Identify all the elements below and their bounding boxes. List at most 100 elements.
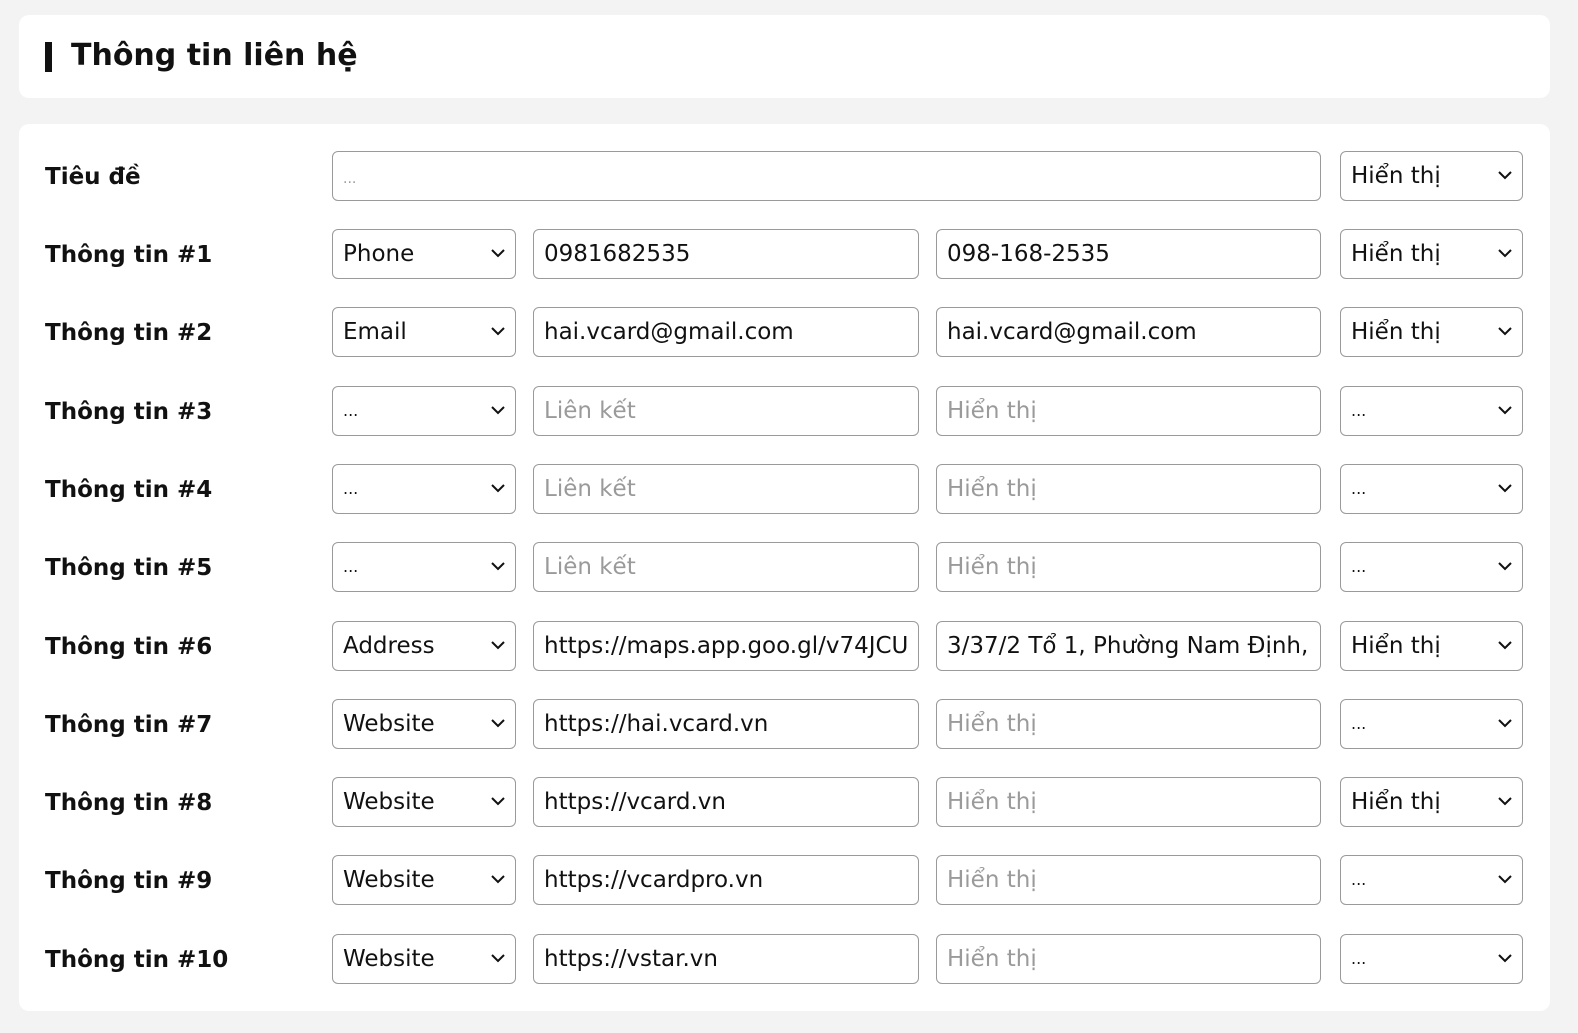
chevron-down-icon — [1498, 562, 1512, 571]
contact-row: Thông tin #2 Email Hiển thị — [19, 307, 1550, 359]
contact-visibility-select[interactable]: ... — [1340, 385, 1523, 436]
title-visibility-select[interactable]: Hiển thị — [1340, 151, 1523, 201]
contact-row-label: Thông tin #6 — [45, 633, 213, 660]
contact-row-label: Thông tin #9 — [45, 868, 213, 895]
contact-row-label: Thông tin #8 — [45, 790, 213, 817]
contact-row-label: Thông tin #1 — [45, 242, 213, 268]
contact-type-select[interactable]: Website — [332, 855, 516, 906]
contact-link-input[interactable] — [533, 229, 919, 279]
contact-row: Thông tin #6 Address Hiển thị — [19, 620, 1550, 673]
contact-visibility-select[interactable]: ... — [1340, 698, 1523, 749]
contact-type-select[interactable]: Email — [332, 307, 516, 358]
contact-row: Thông tin #9 Website ... — [19, 855, 1550, 907]
chevron-down-icon — [1498, 719, 1512, 728]
contact-visibility-value: ... — [1351, 870, 1367, 890]
chevron-down-icon — [491, 562, 505, 571]
title-row-label: Tiêu đề — [45, 164, 141, 190]
chevron-down-icon — [1498, 171, 1512, 180]
section-header-card: Thông tin liên hệ — [19, 15, 1550, 98]
contact-visibility-select[interactable]: Hiển thị — [1340, 620, 1523, 671]
contact-type-value: Website — [343, 945, 435, 972]
contact-link-input[interactable] — [533, 777, 919, 828]
contact-display-input[interactable] — [936, 307, 1321, 358]
contact-display-input[interactable] — [936, 620, 1321, 671]
contact-display-input[interactable] — [936, 855, 1321, 906]
contact-row-label: Thông tin #7 — [45, 711, 213, 738]
contact-row-label: Thông tin #10 — [45, 946, 229, 973]
contact-display-input[interactable] — [936, 933, 1321, 984]
section-title: Thông tin liên hệ — [71, 38, 358, 73]
chevron-down-icon — [1498, 249, 1512, 258]
contact-type-value: Email — [343, 319, 407, 346]
contact-visibility-value: ... — [1351, 557, 1367, 577]
contact-type-value: ... — [343, 557, 359, 577]
chevron-down-icon — [491, 405, 505, 415]
contact-link-input[interactable] — [533, 620, 919, 671]
contact-visibility-select[interactable]: ... — [1340, 542, 1523, 593]
contact-visibility-value: Hiển thị — [1351, 241, 1441, 267]
contact-link-input[interactable] — [533, 542, 919, 593]
contact-visibility-value: Hiển thị — [1351, 319, 1441, 346]
contact-visibility-select[interactable]: Hiển thị — [1340, 229, 1523, 279]
contact-display-input[interactable] — [936, 385, 1321, 436]
chevron-down-icon — [491, 875, 505, 884]
chevron-down-icon — [491, 953, 505, 963]
contact-row: Thông tin #4 ... ... — [19, 463, 1550, 516]
contact-link-input[interactable] — [533, 307, 919, 358]
contact-link-input[interactable] — [533, 463, 919, 514]
contact-type-select[interactable]: ... — [332, 542, 516, 593]
contact-row-label: Thông tin #2 — [45, 320, 213, 347]
chevron-down-icon — [1498, 640, 1512, 649]
contact-row: Thông tin #7 Website ... — [19, 698, 1550, 751]
contact-type-select[interactable]: Phone — [332, 229, 516, 279]
chevron-down-icon — [1498, 405, 1512, 415]
contact-link-input[interactable] — [533, 933, 919, 984]
contact-link-input[interactable] — [533, 385, 919, 436]
title-accent-bar — [45, 42, 52, 72]
contact-type-value: Phone — [343, 241, 415, 267]
contact-display-input[interactable] — [936, 229, 1321, 279]
contact-type-select[interactable]: Address — [332, 620, 516, 671]
contact-visibility-select[interactable]: ... — [1340, 933, 1523, 984]
contact-visibility-select[interactable]: Hiển thị — [1340, 777, 1523, 828]
chevron-down-icon — [1498, 953, 1512, 963]
contact-type-value: Website — [343, 710, 435, 737]
contact-link-input[interactable] — [533, 855, 919, 906]
contact-type-select[interactable]: Website — [332, 933, 516, 984]
contact-type-select[interactable]: ... — [332, 463, 516, 514]
chevron-down-icon — [491, 797, 505, 806]
contact-type-select[interactable]: ... — [332, 385, 516, 436]
contact-row: Thông tin #10 Website ... — [19, 933, 1550, 986]
title-row: Tiêu đề Hiển thị — [19, 151, 1550, 203]
contact-row: Thông tin #3 ... ... — [19, 385, 1550, 438]
chevron-down-icon — [491, 640, 505, 649]
contact-row: Thông tin #1 Phone Hiển thị — [19, 229, 1550, 281]
contact-visibility-select[interactable]: ... — [1340, 463, 1523, 514]
contact-visibility-value: ... — [1351, 948, 1367, 968]
contact-row-label: Thông tin #5 — [45, 555, 213, 582]
chevron-down-icon — [1498, 484, 1512, 493]
contact-type-value: ... — [343, 400, 359, 420]
contact-display-input[interactable] — [936, 777, 1321, 828]
chevron-down-icon — [1498, 797, 1512, 806]
contact-row: Thông tin #8 Website Hiển thị — [19, 777, 1550, 829]
contact-display-input[interactable] — [936, 542, 1321, 593]
contact-visibility-select[interactable]: Hiển thị — [1340, 307, 1523, 358]
contact-type-select[interactable]: Website — [332, 698, 516, 749]
contact-type-select[interactable]: Website — [332, 777, 516, 828]
contact-row: Thông tin #5 ... ... — [19, 542, 1550, 594]
contact-link-input[interactable] — [533, 698, 919, 749]
contact-display-input[interactable] — [936, 463, 1321, 514]
chevron-down-icon — [491, 719, 505, 728]
contact-visibility-select[interactable]: ... — [1340, 855, 1523, 906]
contact-visibility-value: ... — [1351, 713, 1367, 733]
contact-type-value: Website — [343, 789, 435, 816]
chevron-down-icon — [1498, 875, 1512, 884]
chevron-down-icon — [491, 327, 505, 336]
contact-form-card: Tiêu đề Hiển thị Thông tin #1 Phone Hiển… — [19, 124, 1550, 1011]
contact-visibility-value: Hiển thị — [1351, 789, 1441, 816]
contact-display-input[interactable] — [936, 698, 1321, 749]
title-input[interactable] — [332, 151, 1321, 201]
contact-type-value: ... — [343, 478, 359, 498]
contact-row-label: Thông tin #4 — [45, 476, 213, 503]
